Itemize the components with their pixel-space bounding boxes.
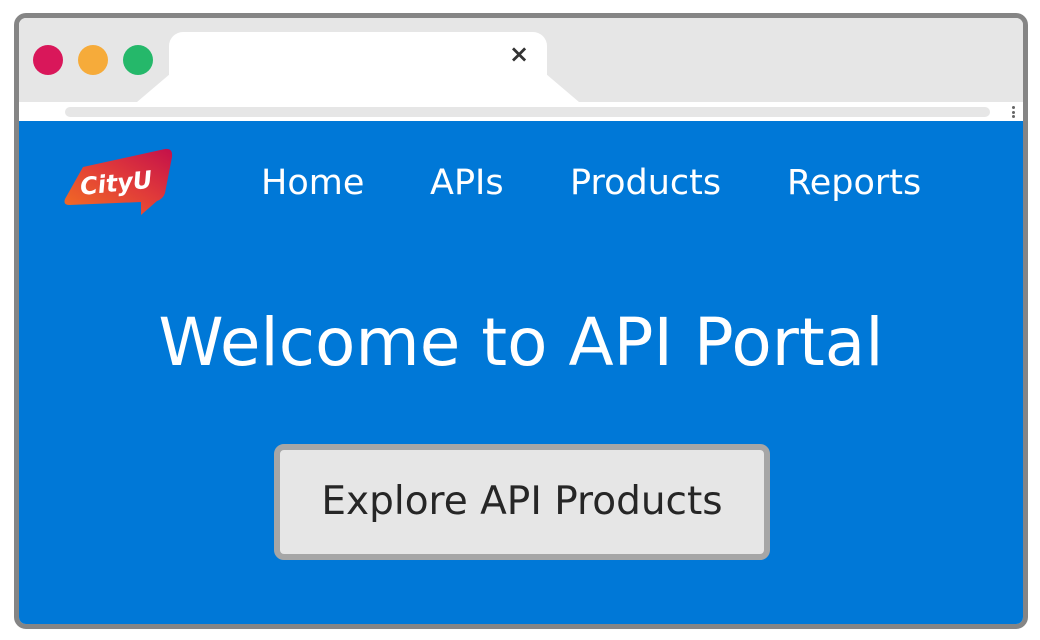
page-content: CityU Home APIs Products Reports Welcome… xyxy=(19,121,1023,624)
window-close-button[interactable] xyxy=(33,45,63,75)
nav-item-home[interactable]: Home xyxy=(261,159,364,207)
window-minimize-button[interactable] xyxy=(78,45,108,75)
browser-tab[interactable] xyxy=(169,32,547,102)
address-bar xyxy=(19,102,1023,121)
nav-item-reports[interactable]: Reports xyxy=(787,159,921,207)
page-title: Welcome to API Portal xyxy=(158,304,884,381)
explore-api-products-button[interactable]: Explore API Products xyxy=(274,444,770,560)
close-icon[interactable]: × xyxy=(509,42,529,66)
window-maximize-button[interactable] xyxy=(123,45,153,75)
nav-item-apis[interactable]: APIs xyxy=(430,159,504,207)
url-input[interactable] xyxy=(65,107,990,117)
browser-window: × CityU Home APIs Products Reports Welco… xyxy=(14,13,1028,629)
main-nav: Home APIs Products Reports xyxy=(19,159,1023,207)
nav-item-products[interactable]: Products xyxy=(570,159,721,207)
explore-button-label: Explore API Products xyxy=(321,479,723,524)
kebab-menu-icon[interactable] xyxy=(1012,106,1015,118)
